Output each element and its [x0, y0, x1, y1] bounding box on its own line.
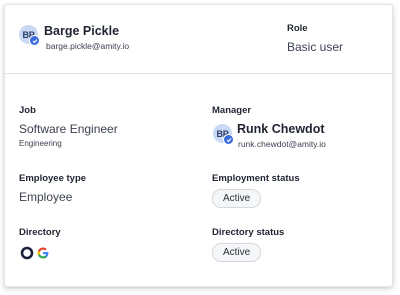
- user-name: Barge Pickle: [44, 24, 120, 38]
- employment-status-label: Employment status: [212, 173, 300, 184]
- directory-status-badge: Active: [212, 243, 262, 262]
- job-label: Job: [19, 105, 36, 116]
- directory-label: Directory: [19, 227, 61, 238]
- job-title: Software Engineer: [19, 122, 118, 136]
- profile-header: BP Barge Pickle barge.pickle@amity.io Ro…: [5, 5, 392, 74]
- manager-name[interactable]: Runk Chewdot: [237, 122, 325, 136]
- manager-email: runk.chewdot@amity.io: [238, 139, 326, 149]
- employee-type-label: Employee type: [19, 173, 87, 184]
- employee-type-value: Employee: [19, 190, 73, 204]
- google-icon: [36, 246, 50, 260]
- verified-badge-icon: [29, 35, 40, 46]
- job-department: Engineering: [19, 139, 62, 148]
- employee-profile-card: BP Barge Pickle barge.pickle@amity.io Ro…: [4, 4, 393, 287]
- employment-status-badge: Active: [212, 189, 262, 208]
- manager-avatar[interactable]: BP: [213, 124, 234, 145]
- manager-label: Manager: [212, 105, 252, 116]
- role-label: Role: [287, 23, 308, 34]
- okta-icon: [20, 246, 34, 260]
- verified-badge-icon: [223, 134, 234, 145]
- user-avatar: BP: [19, 25, 40, 46]
- directory-status-label: Directory status: [212, 227, 285, 238]
- user-email: barge.pickle@amity.io: [46, 41, 130, 51]
- role-value: Basic user: [287, 40, 344, 54]
